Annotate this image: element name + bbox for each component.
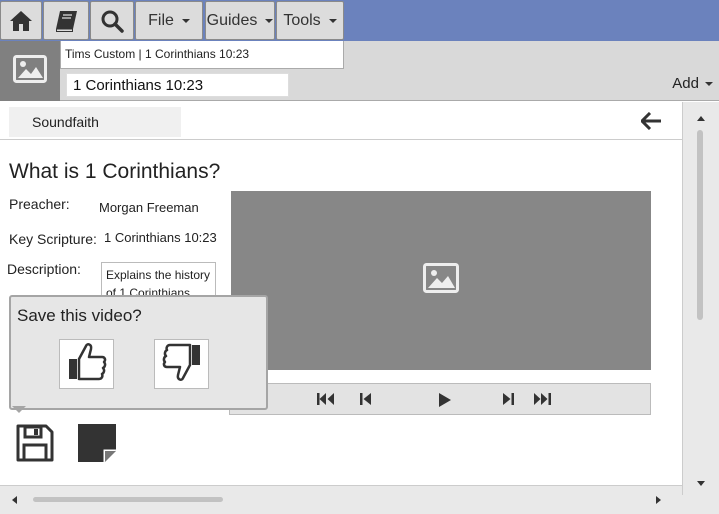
horizontal-scroll-thumb[interactable] [33, 497, 223, 502]
file-menu[interactable]: File [135, 1, 203, 40]
horizontal-scrollbar[interactable] [0, 485, 682, 514]
scroll-left-icon[interactable] [12, 496, 17, 504]
chevron-down-icon [705, 81, 713, 86]
scroll-right-icon[interactable] [656, 496, 661, 504]
back-arrow-icon[interactable] [639, 111, 663, 135]
add-label: Add [672, 75, 699, 92]
skip-forward-icon[interactable] [533, 392, 551, 411]
thumbs-up-icon [67, 341, 107, 388]
previous-icon[interactable] [360, 392, 372, 411]
tools-menu-label: Tools [283, 11, 321, 29]
search-button[interactable] [90, 1, 134, 40]
next-icon[interactable] [502, 392, 514, 411]
video-player[interactable] [231, 191, 651, 370]
home-button[interactable] [0, 1, 42, 40]
document-tab[interactable]: Tims Custom | 1 Corinthians 10:23 [60, 41, 344, 69]
vertical-scrollbar[interactable] [682, 102, 719, 495]
note-icon[interactable] [77, 423, 117, 468]
page-title: What is 1 Corinthians? [9, 160, 221, 183]
popup-title: Save this video? [17, 306, 142, 325]
content-header: Soundfaith [0, 102, 682, 140]
book-icon [53, 9, 79, 33]
library-button[interactable] [43, 1, 89, 40]
scroll-up-icon[interactable] [697, 116, 705, 121]
thumbs-up-button[interactable] [59, 339, 114, 389]
image-icon [423, 263, 459, 298]
top-toolbar: File Guides Tools [0, 0, 719, 41]
guides-menu-label: Guides [206, 11, 258, 29]
preacher-label: Preacher: [9, 196, 70, 212]
add-button[interactable]: Add [672, 75, 713, 92]
player-controls [229, 383, 651, 415]
skip-back-icon[interactable] [317, 392, 335, 411]
tools-menu[interactable]: Tools [276, 1, 344, 40]
file-menu-label: File [148, 11, 174, 29]
reference-input[interactable]: 1 Corinthians 10:23 [66, 73, 289, 97]
scroll-down-icon[interactable] [697, 481, 705, 486]
play-icon[interactable] [438, 392, 452, 413]
chevron-down-icon [181, 18, 190, 23]
scripture-value: 1 Corinthians 10:23 [104, 230, 217, 245]
scripture-label: Key Scripture: [9, 231, 97, 247]
document-bar: Tims Custom | 1 Corinthians 10:23 1 Cori… [0, 41, 719, 101]
popup-pointer [12, 406, 26, 413]
thumbs-down-icon [162, 341, 202, 388]
scrollbar-corner [682, 495, 719, 514]
source-tab[interactable]: Soundfaith [9, 107, 181, 137]
chevron-down-icon [265, 18, 274, 23]
vertical-scroll-thumb[interactable] [697, 130, 703, 320]
search-icon [100, 9, 124, 33]
document-thumbnail[interactable] [0, 41, 60, 101]
image-icon [13, 54, 47, 88]
description-label: Description: [7, 261, 81, 277]
guides-menu[interactable]: Guides [205, 1, 275, 40]
home-icon [9, 10, 33, 32]
thumbs-down-button[interactable] [154, 339, 209, 389]
chevron-down-icon [328, 18, 337, 23]
save-video-popup: Save this video? [9, 295, 268, 410]
save-icon[interactable] [15, 423, 55, 468]
preacher-value: Morgan Freeman [99, 200, 199, 215]
